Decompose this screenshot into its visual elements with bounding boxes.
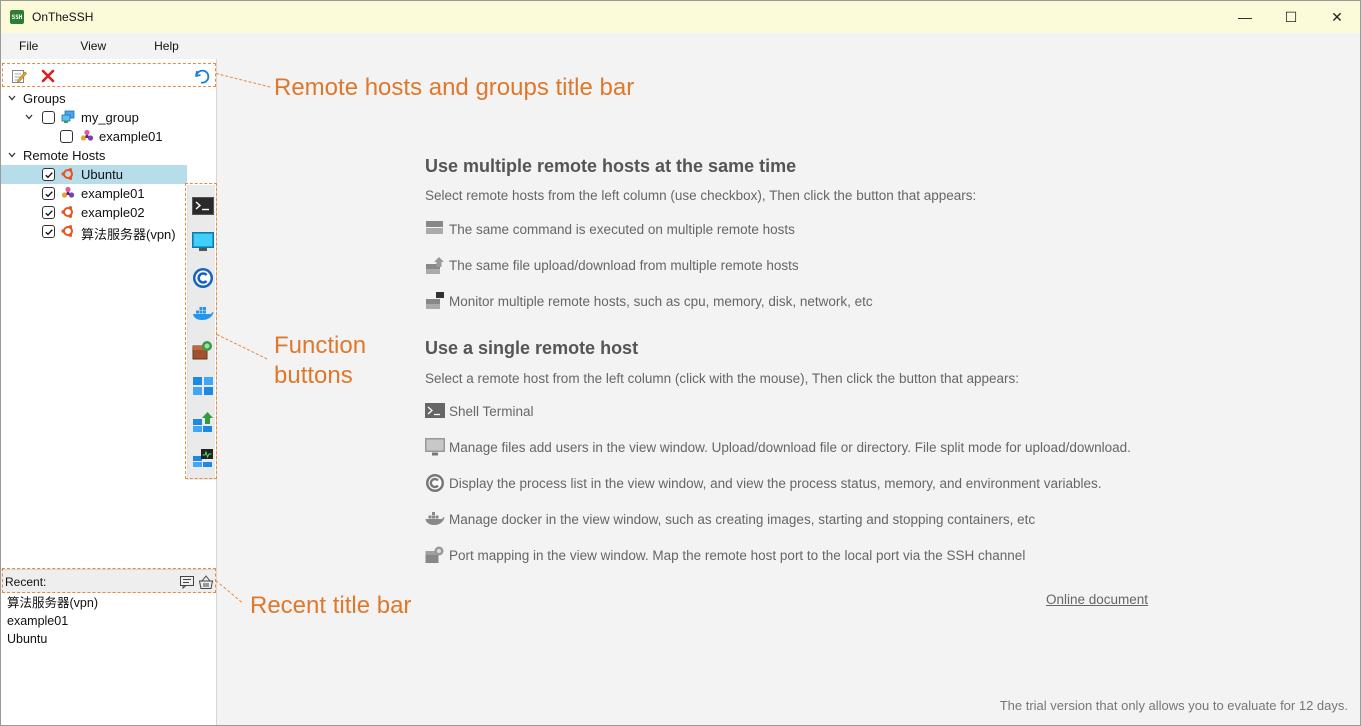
menu-file[interactable]: File — [9, 39, 48, 53]
group-name: my_group — [81, 110, 139, 125]
host-os-icon — [80, 129, 94, 143]
docker-icon — [425, 509, 445, 529]
function-buttons-highlight — [185, 183, 217, 479]
tree-host-row-selected[interactable]: Ubuntu — [1, 165, 187, 184]
host-checkbox[interactable] — [42, 168, 55, 181]
chevron-down-icon[interactable] — [7, 93, 17, 103]
tree-group-child-row[interactable]: example01 — [1, 127, 187, 146]
app-window: SSH OnTheSSH — ☐ ✕ File View Help Groups… — [0, 0, 1361, 726]
tree-host-row[interactable]: example02 — [1, 203, 187, 222]
online-document-link[interactable]: Online document — [1046, 592, 1148, 607]
recent-list: 算法服务器(vpn) example01 Ubuntu — [7, 594, 98, 648]
group-child-name: example01 — [99, 129, 163, 144]
annotation-recent-bar: Recent title bar — [250, 592, 412, 619]
feature-text: Port mapping in the view window. Map the… — [449, 547, 1026, 563]
annotation-function-line2: buttons — [274, 362, 353, 389]
recent-item[interactable]: example01 — [7, 612, 98, 630]
single-host-heading: Use a single remote host — [425, 338, 639, 358]
ubuntu-icon — [61, 205, 75, 219]
feature-port-mapping: Port mapping in the view window. Map the… — [425, 545, 1025, 565]
single-host-subtitle: Select a remote host from the left colum… — [425, 371, 1020, 386]
process-icon — [425, 473, 445, 493]
chevron-down-icon[interactable] — [24, 112, 34, 122]
host-checkbox[interactable] — [42, 206, 55, 219]
feature-text: The same file upload/download from multi… — [449, 257, 799, 273]
feature-text: The same command is executed on multiple… — [449, 221, 795, 237]
annotation-leader — [215, 73, 271, 88]
host-checkbox[interactable] — [42, 225, 55, 238]
close-window-button[interactable]: ✕ — [1314, 1, 1360, 33]
network-group-icon — [61, 110, 75, 124]
chevron-down-icon[interactable] — [7, 150, 17, 160]
remote-hosts-label: Remote Hosts — [23, 148, 106, 163]
multi-hosts-subtitle: Select remote hosts from the left column… — [425, 188, 977, 203]
menu-help[interactable]: Help — [144, 39, 189, 53]
feature-multi-command: The same command is executed on multiple… — [425, 219, 795, 239]
tree-remote-hosts-header[interactable]: Remote Hosts — [1, 146, 187, 165]
feature-text: Manage docker in the view window, such a… — [449, 511, 1036, 527]
tree-host-row[interactable]: 算法服务器(vpn) — [1, 222, 187, 242]
menu-bar: File View Help — [1, 33, 1360, 58]
recent-title-bar-highlight — [2, 568, 216, 593]
minimize-button[interactable]: — — [1222, 1, 1268, 33]
recent-item[interactable]: Ubuntu — [7, 630, 98, 648]
host-name: 算法服务器(vpn) — [81, 227, 176, 242]
hosts-title-bar-highlight — [2, 63, 216, 87]
feature-process-list: Display the process list in the view win… — [425, 473, 1102, 493]
recent-item[interactable]: 算法服务器(vpn) — [7, 594, 98, 612]
file-manager-icon — [425, 437, 445, 457]
host-checkbox[interactable] — [42, 187, 55, 200]
tree-group-row[interactable]: my_group — [1, 108, 187, 127]
menu-view[interactable]: View — [70, 39, 116, 53]
hosts-tree: Groups my_group example01 Remote Hosts U… — [1, 89, 187, 242]
host-os-icon — [61, 186, 75, 200]
tree-host-row[interactable]: example01 — [1, 184, 187, 203]
feature-text: Shell Terminal — [449, 403, 534, 419]
feature-text: Manage files add users in the view windo… — [449, 439, 1131, 455]
feature-file-manager: Manage files add users in the view windo… — [425, 437, 1131, 457]
group-checkbox[interactable] — [42, 111, 55, 124]
group-child-checkbox[interactable] — [60, 130, 73, 143]
groups-label: Groups — [23, 91, 66, 106]
feature-shell-terminal: Shell Terminal — [425, 401, 534, 421]
host-name: Ubuntu — [81, 167, 123, 182]
maximize-button[interactable]: ☐ — [1268, 1, 1314, 33]
host-name: example01 — [81, 186, 145, 201]
annotation-title-bar: Remote hosts and groups title bar — [274, 74, 635, 101]
feature-text: Monitor multiple remote hosts, such as c… — [449, 293, 873, 309]
port-mapping-icon — [425, 545, 445, 565]
trial-notice: The trial version that only allows you t… — [999, 698, 1348, 713]
title-bar: SSH OnTheSSH — ☐ ✕ — [1, 1, 1360, 33]
app-logo-icon: SSH — [10, 10, 24, 24]
shell-terminal-icon — [425, 401, 445, 421]
annotation-leader — [215, 580, 243, 603]
multi-hosts-heading: Use multiple remote hosts at the same ti… — [425, 156, 797, 176]
feature-multi-monitor: Monitor multiple remote hosts, such as c… — [425, 291, 873, 311]
annotation-function-line1: Function — [274, 332, 367, 359]
window-title: OnTheSSH — [32, 10, 94, 24]
feature-text: Display the process list in the view win… — [449, 475, 1102, 491]
multi-command-icon — [425, 219, 445, 239]
ubuntu-icon — [61, 167, 75, 181]
feature-docker: Manage docker in the view window, such a… — [425, 509, 1035, 529]
tree-groups-header[interactable]: Groups — [1, 89, 187, 108]
feature-multi-upload: The same file upload/download from multi… — [425, 255, 799, 275]
multi-upload-icon — [425, 255, 445, 275]
ubuntu-icon — [61, 224, 75, 238]
host-name: example02 — [81, 205, 145, 220]
annotation-leader — [216, 334, 268, 360]
multi-monitor-icon — [425, 291, 445, 311]
